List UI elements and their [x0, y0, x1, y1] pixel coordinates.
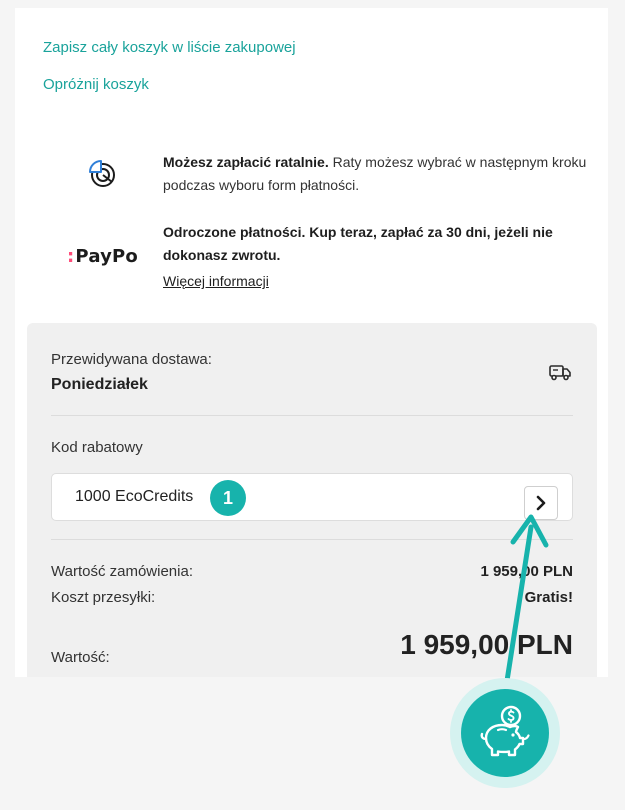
apply-discount-button[interactable]: [524, 486, 558, 520]
chevron-right-icon: [536, 495, 546, 511]
shipping-cost-label: Koszt przesyłki:: [51, 589, 156, 606]
order-value: 1 959,00 PLN: [480, 563, 573, 580]
installments-pie-icon: [87, 158, 119, 195]
delivery-label: Przewidywana dostawa:: [51, 351, 212, 368]
truck-icon: [549, 363, 571, 386]
shipping-cost-value: Gratis!: [524, 589, 573, 606]
paypo-dots-icon: :: [67, 246, 75, 267]
empty-cart-link[interactable]: Opróżnij koszyk: [43, 76, 149, 93]
delivery-day: Poniedziałek: [51, 376, 148, 393]
order-value-label: Wartość zamówienia:: [51, 563, 193, 580]
ecocredits-piggy-button[interactable]: [461, 689, 549, 777]
discount-code-label: Kod rabatowy: [51, 439, 143, 456]
discount-code-input[interactable]: 1000 EcoCredits 1: [51, 473, 573, 521]
installments-bold-text: Możesz zapłacić ratalnie.: [163, 154, 329, 170]
divider: [51, 415, 573, 416]
paypo-logo-text: PayPo: [75, 246, 138, 267]
total-value: 1 959,00 PLN: [400, 629, 573, 660]
paypo-logo: :PayPo: [67, 246, 138, 267]
step-badge: 1: [210, 480, 246, 516]
discount-code-value: 1000 EcoCredits: [75, 488, 194, 505]
piggy-bank-coin-icon: [480, 705, 530, 757]
order-summary: Przewidywana dostawa: Poniedziałek Kod r…: [27, 323, 597, 677]
save-cart-to-list-link[interactable]: Zapisz cały koszyk w liście zakupowej: [43, 39, 296, 56]
paypo-more-info-link[interactable]: Więcej informacji: [163, 270, 269, 293]
paypo-bold-text: Odroczone płatności. Kup teraz, zapłać z…: [163, 224, 553, 263]
paypo-info: Odroczone płatności. Kup teraz, zapłać z…: [163, 221, 618, 293]
divider: [51, 539, 573, 540]
installments-info: Możesz zapłacić ratalnie. Raty możesz wy…: [163, 151, 618, 197]
total-label: Wartość:: [51, 649, 110, 666]
